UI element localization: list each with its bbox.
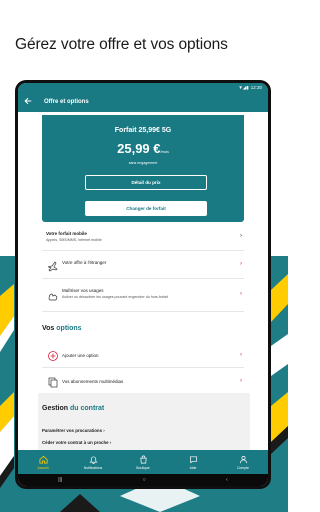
contract-section-title: Gestion du contrat [42, 405, 104, 412]
offer-price-period: /mois [160, 150, 169, 154]
usage-control-subtitle: Activer ou désactiver les usages pouvant… [62, 295, 168, 299]
plus-circle-icon [48, 351, 58, 361]
usage-control-row[interactable]: Maîtriser vos usages Activer ou désactiv… [42, 282, 244, 312]
options-section-prefix: Vos [42, 325, 55, 332]
plane-icon [47, 261, 58, 272]
bottom-navigation: Accueil Notifications Boutique Aide Comp… [18, 450, 268, 474]
multimedia-subscriptions-row[interactable]: Vos abonnements multimédias › [42, 370, 244, 394]
nav-home-label: Accueil [37, 465, 49, 470]
add-option-row[interactable]: Ajouter une option › [42, 344, 244, 368]
chevron-right-icon: › [240, 352, 242, 358]
add-option-title: Ajouter une option [62, 353, 99, 358]
forfait-mobile-row[interactable]: Votre forfait mobile Appels, SMS/MMS, in… [42, 226, 244, 251]
home-button[interactable]: ○ [143, 477, 146, 483]
offer-commitment: sans engagement [128, 161, 158, 165]
nav-home[interactable]: Accueil [18, 450, 68, 474]
offer-price: 25,99 €/mois [42, 141, 244, 156]
main-content: Forfait 25,99€ 5G 25,99 €/mois sans enga… [18, 112, 268, 450]
offer-name: Forfait 25,99€ 5G [114, 127, 172, 134]
nav-help[interactable]: Aide [168, 450, 218, 474]
options-section-accent: options [56, 325, 82, 332]
user-icon [239, 455, 247, 463]
app-screen: ▼◢▮ 12:30 Offre et options Forfait 25,99… [18, 83, 268, 486]
page-title: Offre et options [44, 99, 89, 105]
chevron-right-icon: › [240, 378, 242, 384]
nav-notifications-label: Notifications [83, 465, 103, 470]
cede-contract-link[interactable]: Céder votre contrat à un proche › [42, 440, 111, 445]
chat-help-icon [189, 455, 197, 463]
bell-icon [88, 455, 98, 464]
abroad-offer-title: Votre offre à l'étranger [62, 260, 107, 265]
headline: Gérez votre offre et vos options [15, 36, 228, 53]
media-icon [48, 377, 58, 388]
recents-button[interactable]: ||| [58, 477, 62, 483]
contract-management-section: Gestion du contrat Paramétrer vos procur… [38, 393, 250, 450]
change-plan-button[interactable]: Changer de forfait [85, 201, 207, 216]
nav-shop[interactable]: Boutique [118, 450, 168, 474]
system-navigation-bar: ||| ○ ‹ [18, 474, 268, 486]
status-time: 12:30 [250, 85, 262, 90]
nav-shop-label: Boutique [136, 465, 150, 470]
contract-section-prefix: Gestion [42, 405, 69, 412]
abroad-offer-row[interactable]: Votre offre à l'étranger › [42, 254, 244, 279]
procurations-link[interactable]: Paramétrer vos procurations › [42, 428, 105, 433]
nav-account[interactable]: Compte [218, 450, 268, 474]
status-icons: ▼◢▮ [238, 84, 249, 90]
usage-control-title: Maîtriser vos usages [62, 288, 104, 293]
home-icon [38, 455, 48, 464]
contract-section-accent: du contrat [70, 405, 105, 412]
arrow-left-icon[interactable] [24, 97, 36, 107]
chevron-right-icon: › [240, 261, 242, 267]
back-button[interactable]: ‹ [226, 477, 228, 483]
procurations-link-label: Paramétrer vos procurations [42, 428, 103, 433]
status-bar: ▼◢▮ 12:30 [18, 83, 268, 92]
chevron-right-icon: › [240, 233, 242, 239]
forfait-mobile-subtitle: Appels, SMS/MMS, internet mobile [46, 238, 102, 242]
shop-bag-icon [139, 455, 147, 463]
nav-account-label: Compte [237, 465, 249, 470]
nav-help-label: Aide [189, 465, 197, 470]
chevron-right-icon: › [240, 291, 242, 297]
hand-control-icon [48, 293, 58, 301]
offer-price-value: 25,99 € [117, 141, 161, 156]
tablet-frame: ▼◢▮ 12:30 Offre et options Forfait 25,99… [15, 80, 271, 489]
cede-contract-link-label: Céder votre contrat à un proche [42, 440, 109, 445]
price-detail-button[interactable]: Détail du prix [85, 175, 207, 190]
nav-notifications[interactable]: Notifications [68, 450, 118, 474]
options-section-title: Vos options [42, 325, 82, 332]
multimedia-subscriptions-title: Vos abonnements multimédias [62, 379, 124, 384]
app-bar: Offre et options [18, 92, 268, 112]
forfait-mobile-title: Votre forfait mobile [46, 231, 87, 236]
offer-card: Forfait 25,99€ 5G 25,99 €/mois sans enga… [42, 115, 244, 222]
